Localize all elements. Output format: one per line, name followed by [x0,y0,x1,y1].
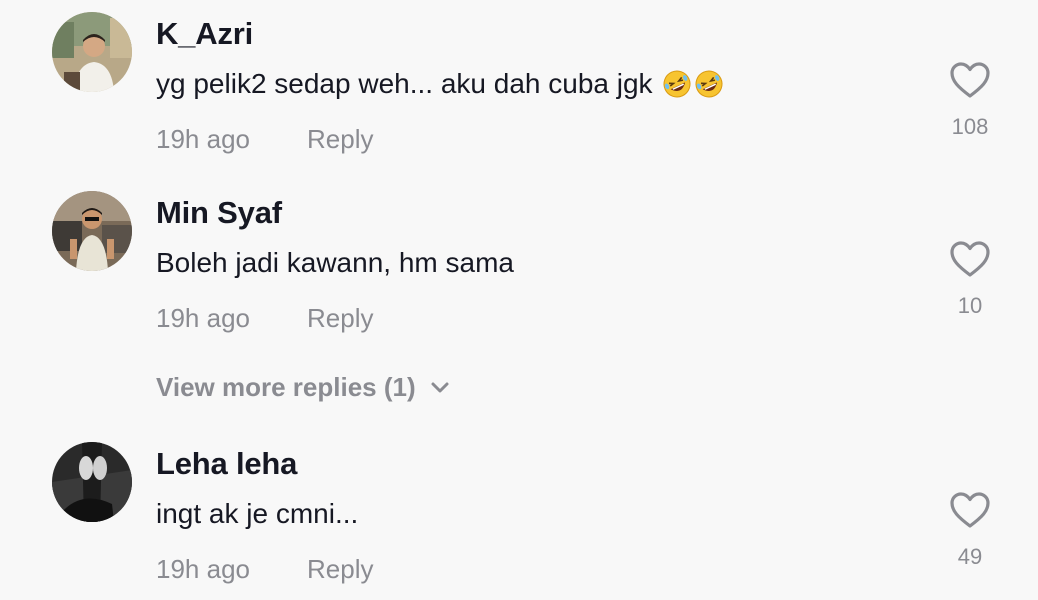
chevron-down-icon [431,382,449,392]
comment-username[interactable]: Min Syaf [156,195,282,231]
like-button[interactable] [948,490,992,530]
comment-text: Boleh jadi kawann, hm sama [156,247,514,278]
comment-username[interactable]: K_Azri [156,16,253,52]
comment-timestamp: 19h ago [156,124,250,154]
heart-icon [950,62,990,98]
reply-button[interactable]: Reply [307,554,373,585]
view-more-replies-button[interactable]: View more replies (1) [156,372,450,403]
reply-button[interactable]: Reply [307,124,373,155]
avatar[interactable] [52,442,132,522]
comment-text: ingt ak je cmni... [156,498,359,529]
avatar[interactable] [52,12,132,92]
like-button[interactable] [948,60,992,100]
comment-text-body: yg pelik2 sedap weh... aku dah cuba jgk [156,68,653,99]
avatar[interactable] [52,191,132,271]
like-count: 49 [957,544,983,569]
view-more-replies-label: View more replies (1) [156,372,416,402]
heart-icon [950,241,990,277]
reply-button[interactable]: Reply [307,303,373,334]
rolling-on-floor-laughing-emoji-icon [662,69,692,99]
comment-text: yg pelik2 sedap weh... aku dah cuba jgk [156,68,724,100]
heart-icon [950,492,990,528]
like-button[interactable] [948,239,992,279]
like-count: 108 [951,114,989,139]
rolling-on-floor-laughing-emoji-icon [694,69,724,99]
comment-timestamp: 19h ago [156,303,250,333]
comment-timestamp: 19h ago [156,554,250,584]
like-count: 10 [957,293,983,318]
comment-username[interactable]: Leha leha [156,446,297,482]
